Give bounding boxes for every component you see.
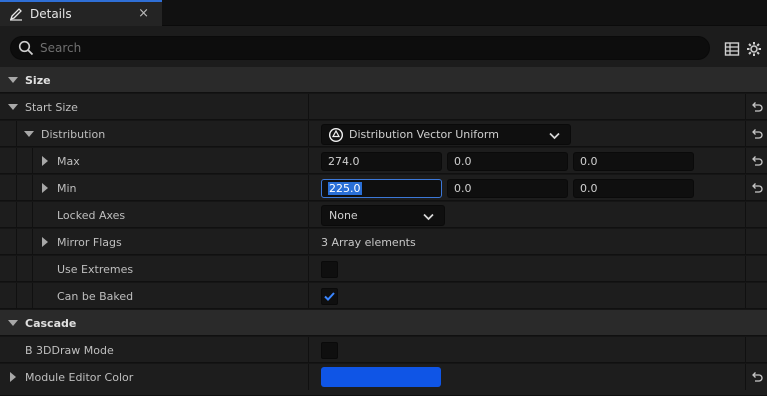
row-min: Min 225.0 0.0 0.0 xyxy=(0,175,767,201)
value-cell xyxy=(309,94,745,120)
reset-arrow-icon[interactable] xyxy=(745,148,767,174)
property-label: Module Editor Color xyxy=(25,370,134,384)
reset-cell-empty xyxy=(745,256,767,282)
chevron-right-icon[interactable] xyxy=(10,372,16,382)
max-z-input[interactable]: 0.0 xyxy=(573,152,694,171)
property-label: Can be Baked xyxy=(57,289,134,303)
chevron-down-icon[interactable] xyxy=(24,131,34,137)
reset-arrow-icon[interactable] xyxy=(745,121,767,147)
property-label: Min xyxy=(57,181,77,195)
table-icon[interactable] xyxy=(724,41,740,57)
search-icon xyxy=(18,40,34,56)
property-label: Mirror Flags xyxy=(57,235,122,249)
property-label: Locked Axes xyxy=(57,208,126,222)
selected-text: 225.0 xyxy=(328,182,362,195)
chevron-right-icon[interactable] xyxy=(42,183,48,193)
module-editor-color-swatch[interactable] xyxy=(321,367,441,387)
search-row xyxy=(0,26,767,68)
chevron-down-icon xyxy=(549,130,560,143)
unreal-logo-icon xyxy=(328,127,344,143)
category-size[interactable]: Size xyxy=(0,67,767,93)
locked-axes-value: None xyxy=(329,209,358,222)
tab-title: Details xyxy=(30,7,72,21)
chevron-down-icon[interactable] xyxy=(8,104,18,110)
reset-arrow-icon[interactable] xyxy=(745,94,767,120)
reset-cell-empty xyxy=(745,229,767,255)
reset-cell-empty xyxy=(745,337,767,363)
chevron-right-icon[interactable] xyxy=(42,156,48,166)
property-label: B 3DDraw Mode xyxy=(25,343,114,357)
b3d-draw-mode-checkbox[interactable] xyxy=(321,342,338,359)
row-use-extremes: Use Extremes xyxy=(0,256,767,282)
property-label: Max xyxy=(57,154,80,168)
property-label: Distribution xyxy=(41,127,106,141)
mirror-flags-value: 3 Array elements xyxy=(321,235,416,249)
min-x-input[interactable]: 225.0 xyxy=(321,179,442,198)
pencil-icon xyxy=(9,7,23,21)
reset-cell-empty xyxy=(745,202,767,228)
reset-arrow-icon[interactable] xyxy=(745,175,767,201)
close-icon[interactable]: × xyxy=(138,6,149,21)
row-distribution: Distribution Distribution Vector Uniform xyxy=(0,121,767,147)
row-module-editor-color: Module Editor Color xyxy=(0,364,767,396)
reset-arrow-icon[interactable] xyxy=(745,364,767,390)
chevron-down-icon[interactable] xyxy=(8,320,18,326)
use-extremes-checkbox[interactable] xyxy=(321,261,338,278)
checkmark-icon xyxy=(324,292,335,301)
row-mirror-flags: Mirror Flags 3 Array elements xyxy=(0,229,767,255)
category-label: Size xyxy=(25,73,51,87)
chevron-right-icon[interactable] xyxy=(42,237,48,247)
reset-cell-empty xyxy=(745,283,767,309)
max-y-input[interactable]: 0.0 xyxy=(447,152,568,171)
row-locked-axes: Locked Axes None xyxy=(0,202,767,228)
category-cascade[interactable]: Cascade xyxy=(0,310,767,336)
row-start-size: Start Size xyxy=(0,94,767,120)
chevron-down-icon xyxy=(423,211,434,224)
search-input[interactable] xyxy=(40,41,640,55)
locked-axes-dropdown[interactable]: None xyxy=(321,205,445,226)
distribution-value: Distribution Vector Uniform xyxy=(349,128,499,141)
row-b3d-draw-mode: B 3DDraw Mode xyxy=(0,337,767,363)
tab-bar: Details × xyxy=(0,0,767,26)
gear-icon[interactable] xyxy=(746,41,762,57)
row-max: Max 274.0 0.0 0.0 xyxy=(0,148,767,174)
min-y-input[interactable]: 0.0 xyxy=(447,179,568,198)
category-label: Cascade xyxy=(25,316,77,330)
chevron-down-icon[interactable] xyxy=(8,77,18,83)
max-x-input[interactable]: 274.0 xyxy=(321,152,442,171)
property-label: Start Size xyxy=(25,100,78,114)
search-box[interactable] xyxy=(10,36,710,60)
distribution-dropdown[interactable]: Distribution Vector Uniform xyxy=(321,124,571,145)
min-z-input[interactable]: 0.0 xyxy=(573,179,694,198)
tab-details[interactable]: Details × xyxy=(0,0,162,26)
can-be-baked-checkbox[interactable] xyxy=(321,288,338,305)
property-label: Use Extremes xyxy=(57,262,134,276)
row-can-be-baked: Can be Baked xyxy=(0,283,767,309)
